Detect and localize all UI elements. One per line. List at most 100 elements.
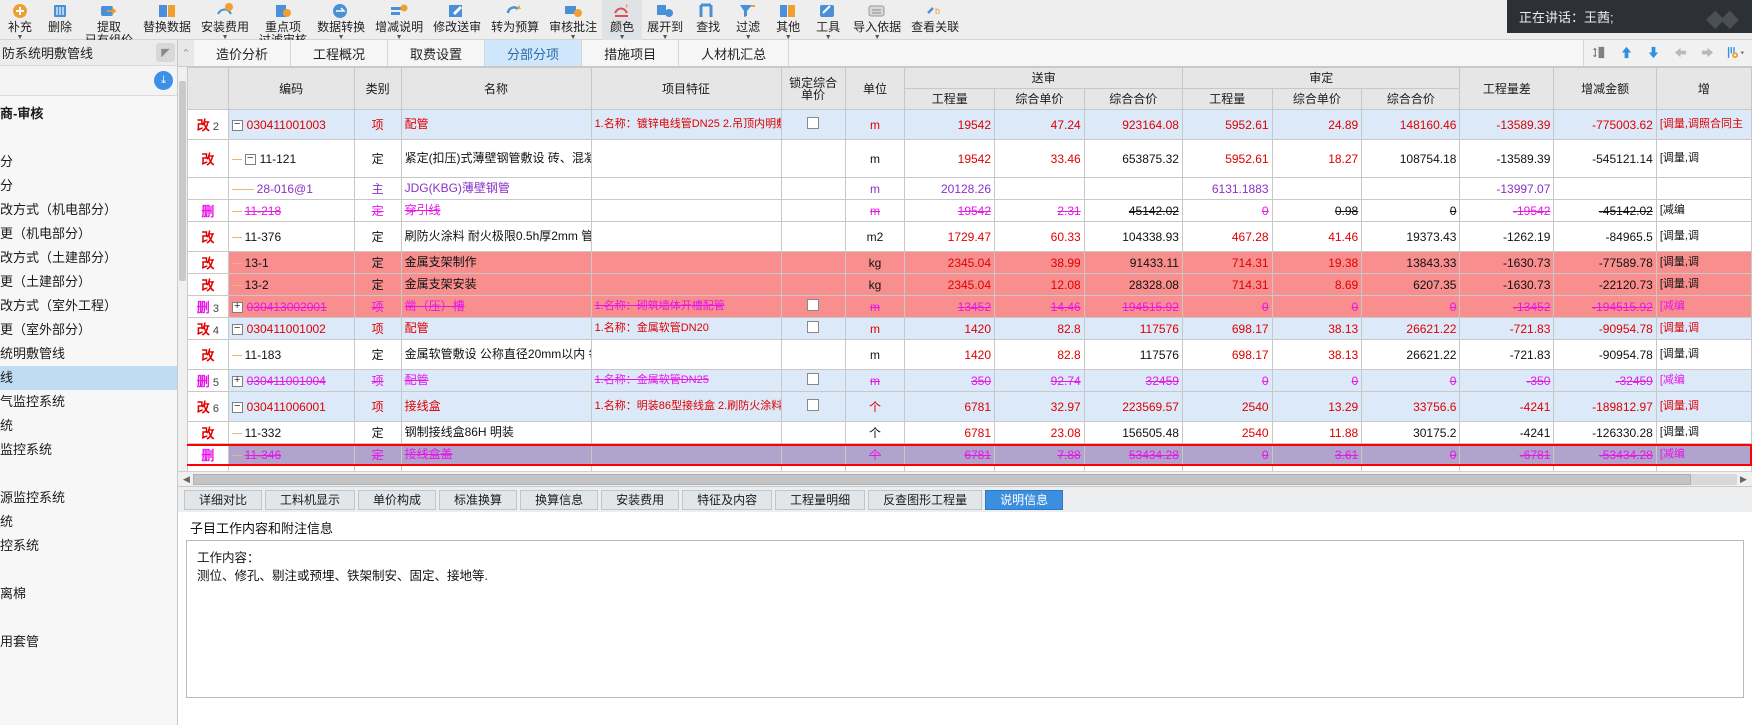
cell-amount-diff[interactable]: -189812.97 (1553, 391, 1657, 422)
cell-feature[interactable]: 1.名称：金属软管DN20 (590, 317, 782, 340)
detail-tab-1[interactable]: 工料机显示 (265, 489, 356, 510)
lock-price-checkbox[interactable] (807, 373, 820, 385)
cell-adjust-note[interactable]: [调量,调 (1655, 421, 1752, 444)
cell-approved-price[interactable]: 0 (1271, 295, 1363, 318)
cell-submit-qty[interactable]: 6781 (904, 443, 996, 466)
tree-expand-icon[interactable]: + (231, 301, 243, 313)
cell-feature[interactable] (590, 273, 782, 296)
cell-amount-diff[interactable] (1553, 177, 1657, 200)
sidebar-item[interactable]: 改方式（土建部分） (0, 246, 177, 270)
row-status-flag[interactable]: 改 (187, 221, 229, 252)
cell-category[interactable]: 定 (353, 421, 402, 444)
cell-feature[interactable]: 1.名称：镀锌电线管DN25 2.吊顶内明敷、支吊架制作安装 3.刷防火涂料 (590, 109, 782, 140)
cell-submit-qty[interactable]: 6781 (904, 465, 996, 471)
cell-category[interactable]: 定 (353, 139, 402, 178)
cell-amount-diff[interactable]: -545121.14 (1553, 139, 1657, 178)
cell-lock-price[interactable] (780, 177, 846, 200)
sidebar-item[interactable]: 线 (0, 366, 177, 390)
cell-approved-total[interactable]: 19373.43 (1361, 221, 1461, 252)
cell-category[interactable]: 项 (353, 109, 402, 140)
row-status-flag[interactable] (187, 177, 229, 200)
th-submit-qty[interactable]: 工程量 (904, 88, 996, 110)
cell-submit-qty[interactable]: 19542 (904, 199, 996, 222)
cell-lock-price[interactable] (780, 139, 846, 178)
cell-approved-total[interactable]: 0 (1361, 443, 1461, 466)
hscroll-track[interactable] (193, 473, 1737, 485)
cell-code[interactable]: −030411006001 (227, 391, 355, 422)
cell-name[interactable]: 配管 (400, 369, 592, 392)
cell-name[interactable]: 金属支架安装 (400, 273, 592, 296)
cell-name[interactable]: 接线盒 (400, 391, 592, 422)
cell-code[interactable]: 11-218 (227, 199, 355, 222)
table-row[interactable]: 改 13-1 定金属支架制作 kg 2345.04 38.99 91433.11 714.31… (178, 251, 1752, 274)
cell-submit-total[interactable]: 53434.28 (1083, 443, 1183, 466)
cell-approved-total[interactable]: 26621.22 (1361, 317, 1461, 340)
cell-lock-price[interactable] (780, 339, 846, 370)
cell-unit[interactable]: m2 (844, 221, 906, 252)
cell-unit[interactable]: 个 (844, 421, 906, 444)
th-increase[interactable]: 增 (1655, 67, 1752, 110)
cell-qty-diff[interactable]: -721.83 (1459, 339, 1555, 370)
cell-category[interactable]: 定 (353, 273, 402, 296)
tree-collapse-icon[interactable]: − (231, 401, 243, 413)
cell-lock-price[interactable] (780, 317, 846, 340)
cell-approved-qty[interactable]: 2540 (1181, 421, 1273, 444)
cell-approved-total[interactable]: 6207.35 (1361, 273, 1461, 296)
th-code[interactable]: 编码 (227, 67, 355, 110)
sidebar-item[interactable]: 用套管 (0, 630, 177, 654)
cell-feature[interactable] (590, 465, 782, 471)
row-status-flag[interactable]: 改6 (187, 391, 229, 422)
cell-submit-total[interactable]: 117576 (1083, 317, 1183, 340)
sidebar-item[interactable]: 改方式（机电部分） (0, 198, 177, 222)
cell-feature[interactable]: 1.名称：金属软管DN25 (590, 369, 782, 392)
cell-code[interactable]: 11-346 (227, 443, 355, 466)
table-row[interactable]: 删 3 +030413002001 项凿（压）槽 1.名称：砌筑墙体开槽配管 m 13452… (178, 295, 1752, 318)
cell-approved-qty[interactable]: 0 (1181, 369, 1273, 392)
ribbon-button-search[interactable]: 查找 (688, 0, 728, 40)
row-status-flag[interactable]: 改 (187, 251, 229, 274)
cell-unit[interactable]: m (844, 339, 906, 370)
th-submit-total[interactable]: 综合合价 (1083, 88, 1183, 110)
ribbon-button-import-basis[interactable]: 导入依据 ▼ (848, 0, 906, 41)
cell-submit-total[interactable]: 923164.08 (1083, 109, 1183, 140)
cell-adjust-note[interactable]: [调量,调照合同主 (1655, 109, 1752, 140)
cell-name[interactable]: 刷防火涂料 耐火极限0.5h厚2mm 管道 (400, 221, 592, 252)
sidebar-item[interactable]: 控系统 (0, 534, 177, 558)
cell-approved-price[interactable]: 38.13 (1271, 317, 1363, 340)
row-status-flag[interactable]: 改 (187, 421, 229, 444)
cell-lock-price[interactable] (780, 465, 846, 471)
project-tree-sidebar[interactable]: 防系统明敷管线 ◤ ⤓ 商-审核分分改方式（机电部分） 更（机电部分） 改方式（土建… (0, 40, 178, 725)
cell-qty-diff[interactable]: -13589.39 (1459, 109, 1555, 140)
cell-lock-price[interactable] (780, 369, 846, 392)
cell-code[interactable]: 11-332 (227, 421, 355, 444)
cell-approved-qty[interactable]: 5952.61 (1181, 139, 1273, 178)
move-right-icon[interactable] (1700, 45, 1717, 62)
cell-submit-total[interactable]: 653875.32 (1083, 139, 1183, 178)
cell-submit-price[interactable]: 23.08 (994, 421, 1085, 444)
cell-category[interactable]: 项 (353, 317, 402, 340)
cell-approved-qty[interactable]: 5952.61 (1181, 109, 1273, 140)
sidebar-item[interactable] (0, 462, 177, 486)
row-status-flag[interactable]: 改 (187, 139, 229, 178)
sidebar-item[interactable]: 分 (0, 150, 177, 174)
sidebar-item[interactable]: 分 (0, 174, 177, 198)
cell-approved-price[interactable]: 13.29 (1271, 391, 1363, 422)
cell-name[interactable]: 接线盒盖 (400, 443, 592, 466)
cell-adjust-note[interactable]: [调量,调 (1655, 391, 1752, 422)
sidebar-item[interactable] (0, 558, 177, 582)
cell-submit-price[interactable]: 2.31 (994, 199, 1085, 222)
cell-code[interactable]: 11-183 (227, 339, 355, 370)
cell-adjust-note[interactable]: [调量,调 (1655, 251, 1752, 274)
cell-unit[interactable]: kg (844, 251, 906, 274)
cell-qty-diff[interactable]: -4241 (1459, 391, 1555, 422)
cell-adjust-note[interactable]: [调量,调 (1655, 317, 1752, 340)
ribbon-button-expand-to[interactable]: 展开到 ▼ (642, 0, 688, 41)
table-row[interactable]: 改 11-332 定钢制接线盒86H 明装 个 6781 23.08 156505.48 25… (178, 421, 1752, 444)
cell-unit[interactable]: 个 (844, 465, 906, 471)
cell-amount-diff[interactable]: -53434.28 (1553, 443, 1657, 466)
table-row[interactable]: 改−11-121定紧定(扣压)式薄壁钢管敷设 砖、混凝土结构明配 公称直径25m… (178, 139, 1752, 178)
cell-approved-total[interactable]: 30175.2 (1361, 421, 1461, 444)
cell-qty-diff[interactable]: -1630.73 (1459, 251, 1555, 274)
cell-submit-total[interactable]: 156505.48 (1083, 421, 1183, 444)
tree-expand-icon[interactable]: + (231, 375, 243, 387)
